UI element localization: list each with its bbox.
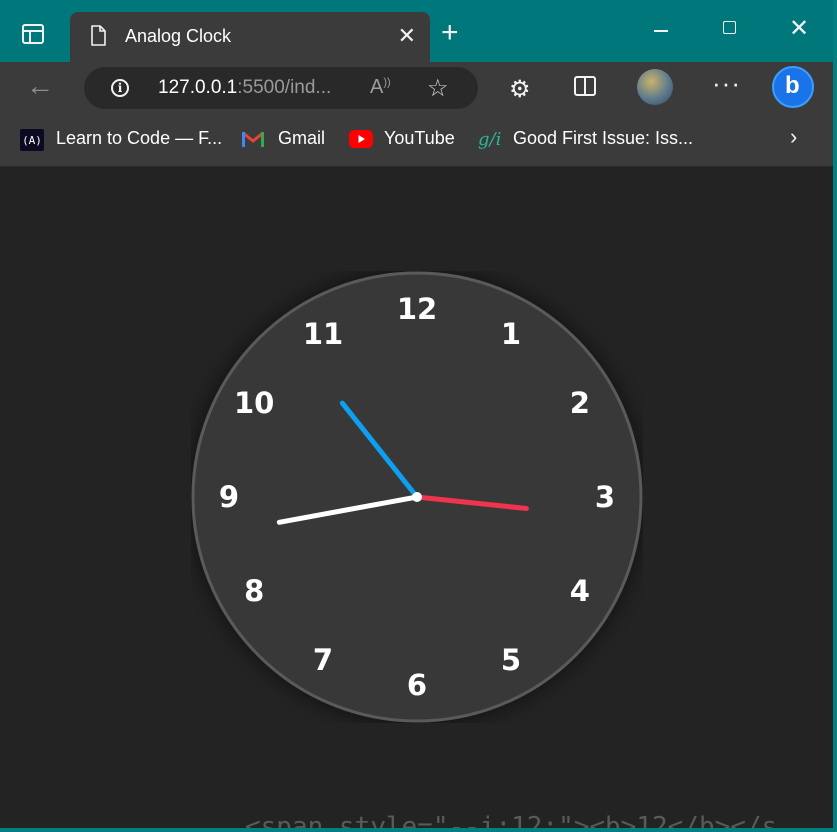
clock-number-7: 7 — [313, 643, 333, 677]
clock-number-12: 12 — [397, 292, 437, 326]
clock-number-4: 4 — [570, 574, 590, 608]
extensions-icon[interactable]: ⚙ — [509, 75, 531, 104]
clock-center-pin — [412, 492, 422, 502]
url-host: 127.0.0.1 — [158, 77, 238, 98]
new-tab-button[interactable]: + — [441, 18, 459, 48]
clock-number-10: 10 — [234, 386, 274, 420]
browser-window: Analog Clock ✕ + ✕ ← i 127.0.0.1:5500/in… — [0, 0, 833, 828]
tab-analog-clock[interactable]: Analog Clock ✕ — [70, 12, 430, 62]
freecodecamp-icon: (A) — [20, 129, 44, 151]
gfi-icon: g/i — [478, 129, 501, 150]
profile-avatar[interactable] — [637, 69, 673, 105]
clock-number-2: 2 — [570, 386, 590, 420]
clock-number-8: 8 — [244, 574, 264, 608]
chevron-right-icon[interactable]: › — [790, 124, 797, 150]
navigation-toolbar: ← i 127.0.0.1:5500/ind... A)) ☆ ⚙ ··· b — [0, 62, 833, 114]
title-bar: Analog Clock ✕ + ✕ — [0, 0, 833, 62]
bing-copilot-icon[interactable]: b — [772, 66, 814, 108]
clock-number-5: 5 — [501, 643, 521, 677]
url-text[interactable]: 127.0.0.1:5500/ind... — [158, 77, 331, 99]
bookmarks-bar: (A) Learn to Code — F... Gmail YouTube g… — [0, 114, 833, 167]
youtube-icon — [349, 130, 373, 148]
favorite-star-icon[interactable]: ☆ — [427, 74, 449, 103]
page-content: 12 1 2 3 4 5 6 7 8 9 10 11 <span style="--i:12;"><b… — [0, 167, 833, 828]
document-icon — [91, 25, 106, 46]
gmail-icon — [242, 131, 264, 147]
maximize-icon[interactable] — [723, 21, 736, 34]
svg-text:g/i: g/i — [478, 129, 501, 150]
bookmark-good-first-issue[interactable]: Good First Issue: Iss... — [513, 128, 693, 149]
clock-number-11: 11 — [303, 317, 343, 351]
bookmark-youtube[interactable]: YouTube — [384, 128, 455, 149]
address-bar[interactable]: i 127.0.0.1:5500/ind... A)) ☆ — [84, 67, 478, 109]
clock-number-3: 3 — [595, 480, 615, 514]
tab-title: Analog Clock — [125, 26, 232, 46]
info-icon[interactable]: i — [111, 79, 129, 97]
url-path: :5500/ind... — [237, 77, 332, 98]
minimize-icon[interactable] — [654, 30, 668, 32]
clock-number-6: 6 — [407, 668, 427, 702]
back-arrow-icon[interactable]: ← — [26, 72, 54, 100]
svg-text:(A): (A) — [22, 134, 42, 147]
bookmark-gmail[interactable]: Gmail — [278, 128, 325, 149]
clock-number-9: 9 — [219, 480, 239, 514]
split-screen-icon[interactable] — [574, 76, 596, 96]
tab-close-icon[interactable]: ✕ — [398, 23, 416, 49]
sidebar-toggle-icon[interactable] — [22, 24, 44, 44]
clock-number-1: 1 — [501, 317, 521, 351]
analog-clock: 121234567891011 — [191, 271, 643, 723]
background-code-fragment: <span style="--i:12;"><b>12</b></s — [245, 812, 778, 828]
read-aloud-icon[interactable]: A)) — [370, 76, 391, 99]
bookmark-learn-to-code[interactable]: Learn to Code — F... — [56, 128, 222, 149]
more-options-icon[interactable]: ··· — [712, 68, 741, 99]
window-close-icon[interactable]: ✕ — [789, 14, 809, 43]
